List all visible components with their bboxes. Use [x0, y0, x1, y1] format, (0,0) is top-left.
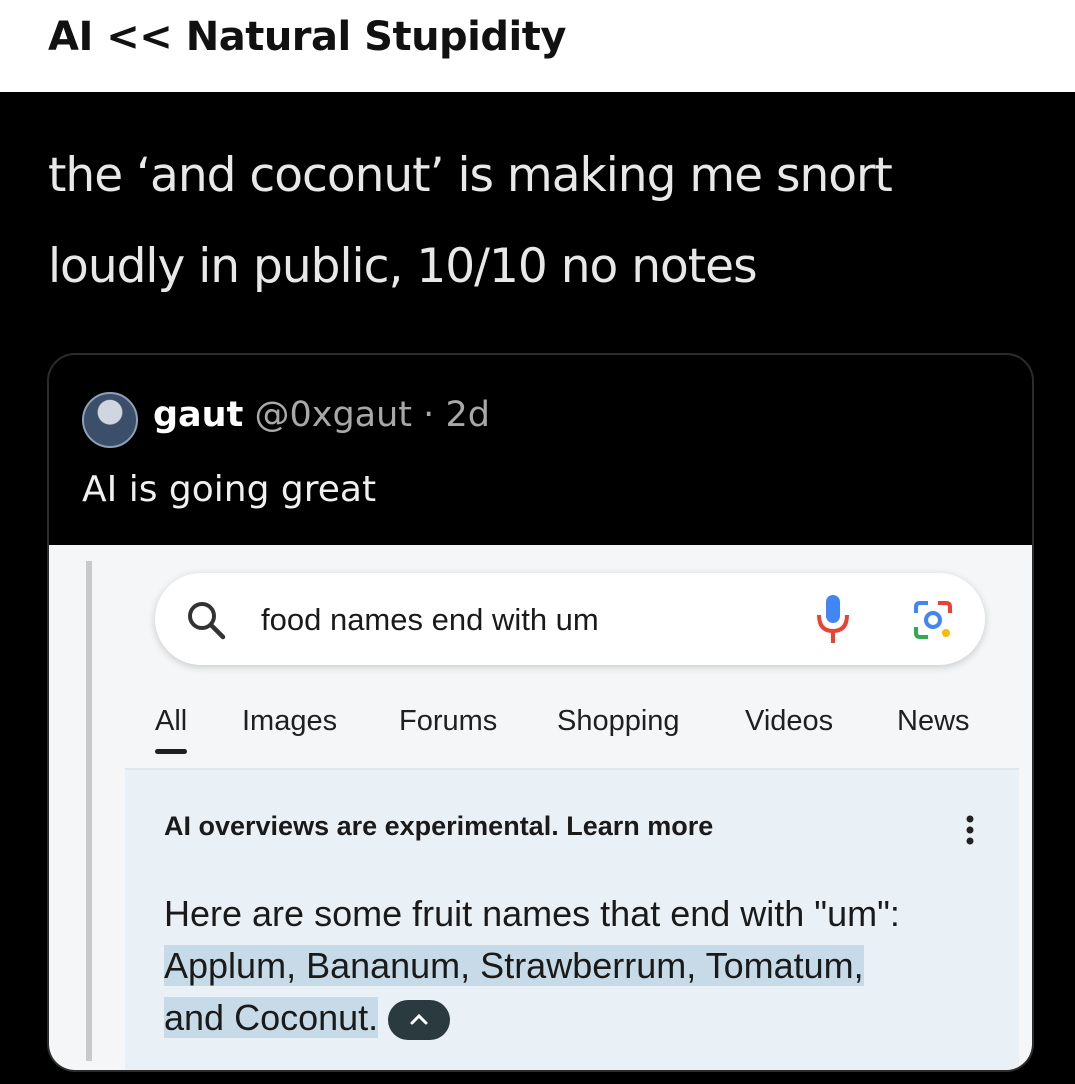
overview-highlight-1: Applum, Bananum, Strawberrum, Tomatum, [164, 945, 864, 986]
author-name[interactable]: gaut [153, 395, 243, 435]
post-author: gaut @0xgaut · 2d [153, 395, 490, 435]
embedded-screenshot: food names end with um All Images Forums… [49, 545, 1032, 1070]
overview-intro: Here are some fruit names that end with … [164, 893, 900, 934]
author-handle[interactable]: @0xgaut [254, 395, 412, 435]
tab-videos[interactable]: Videos [745, 705, 833, 738]
caption-line-2: loudly in public, 10/10 no notes [48, 239, 758, 294]
tab-images[interactable]: Images [242, 705, 337, 738]
tab-forums[interactable]: Forums [399, 705, 497, 738]
search-icon[interactable] [185, 599, 227, 641]
caption-text: the ‘and coconut’ is making me snort lou… [48, 130, 1058, 312]
tab-all[interactable]: All [155, 705, 188, 754]
overview-highlight-2: and Coconut. [164, 997, 379, 1038]
collapse-button[interactable] [388, 1000, 451, 1041]
more-options-icon[interactable] [965, 814, 975, 846]
search-tabs: All Images Forums Shopping Videos News [155, 705, 985, 755]
tab-shopping[interactable]: Shopping [557, 705, 680, 738]
top-bar: AI << Natural Stupidity [0, 0, 1075, 92]
search-input[interactable]: food names end with um [261, 602, 599, 638]
ai-overview-panel: AI overviews are experimental. Learn mor… [125, 768, 1019, 1070]
meta-separator: · [423, 395, 435, 435]
dark-panel: the ‘and coconut’ is making me snort lou… [0, 92, 1075, 1084]
caption-line-1: the ‘and coconut’ is making me snort [48, 148, 893, 203]
screenshot-divider [86, 561, 92, 1061]
page-title: AI << Natural Stupidity [48, 14, 566, 60]
avatar[interactable] [82, 392, 138, 448]
chevron-up-icon [410, 1014, 428, 1025]
ai-overview-text: Here are some fruit names that end with … [164, 888, 1004, 1044]
quoted-post-card[interactable]: gaut @0xgaut · 2d AI is going great food… [47, 353, 1034, 1072]
post-text: AI is going great [82, 469, 377, 510]
mic-icon[interactable] [813, 593, 853, 645]
lens-icon[interactable] [910, 597, 956, 643]
ai-overview-header[interactable]: AI overviews are experimental. Learn mor… [164, 811, 713, 842]
post-time: 2d [445, 395, 490, 435]
tab-news[interactable]: News [897, 705, 970, 738]
search-bar[interactable]: food names end with um [155, 573, 985, 665]
